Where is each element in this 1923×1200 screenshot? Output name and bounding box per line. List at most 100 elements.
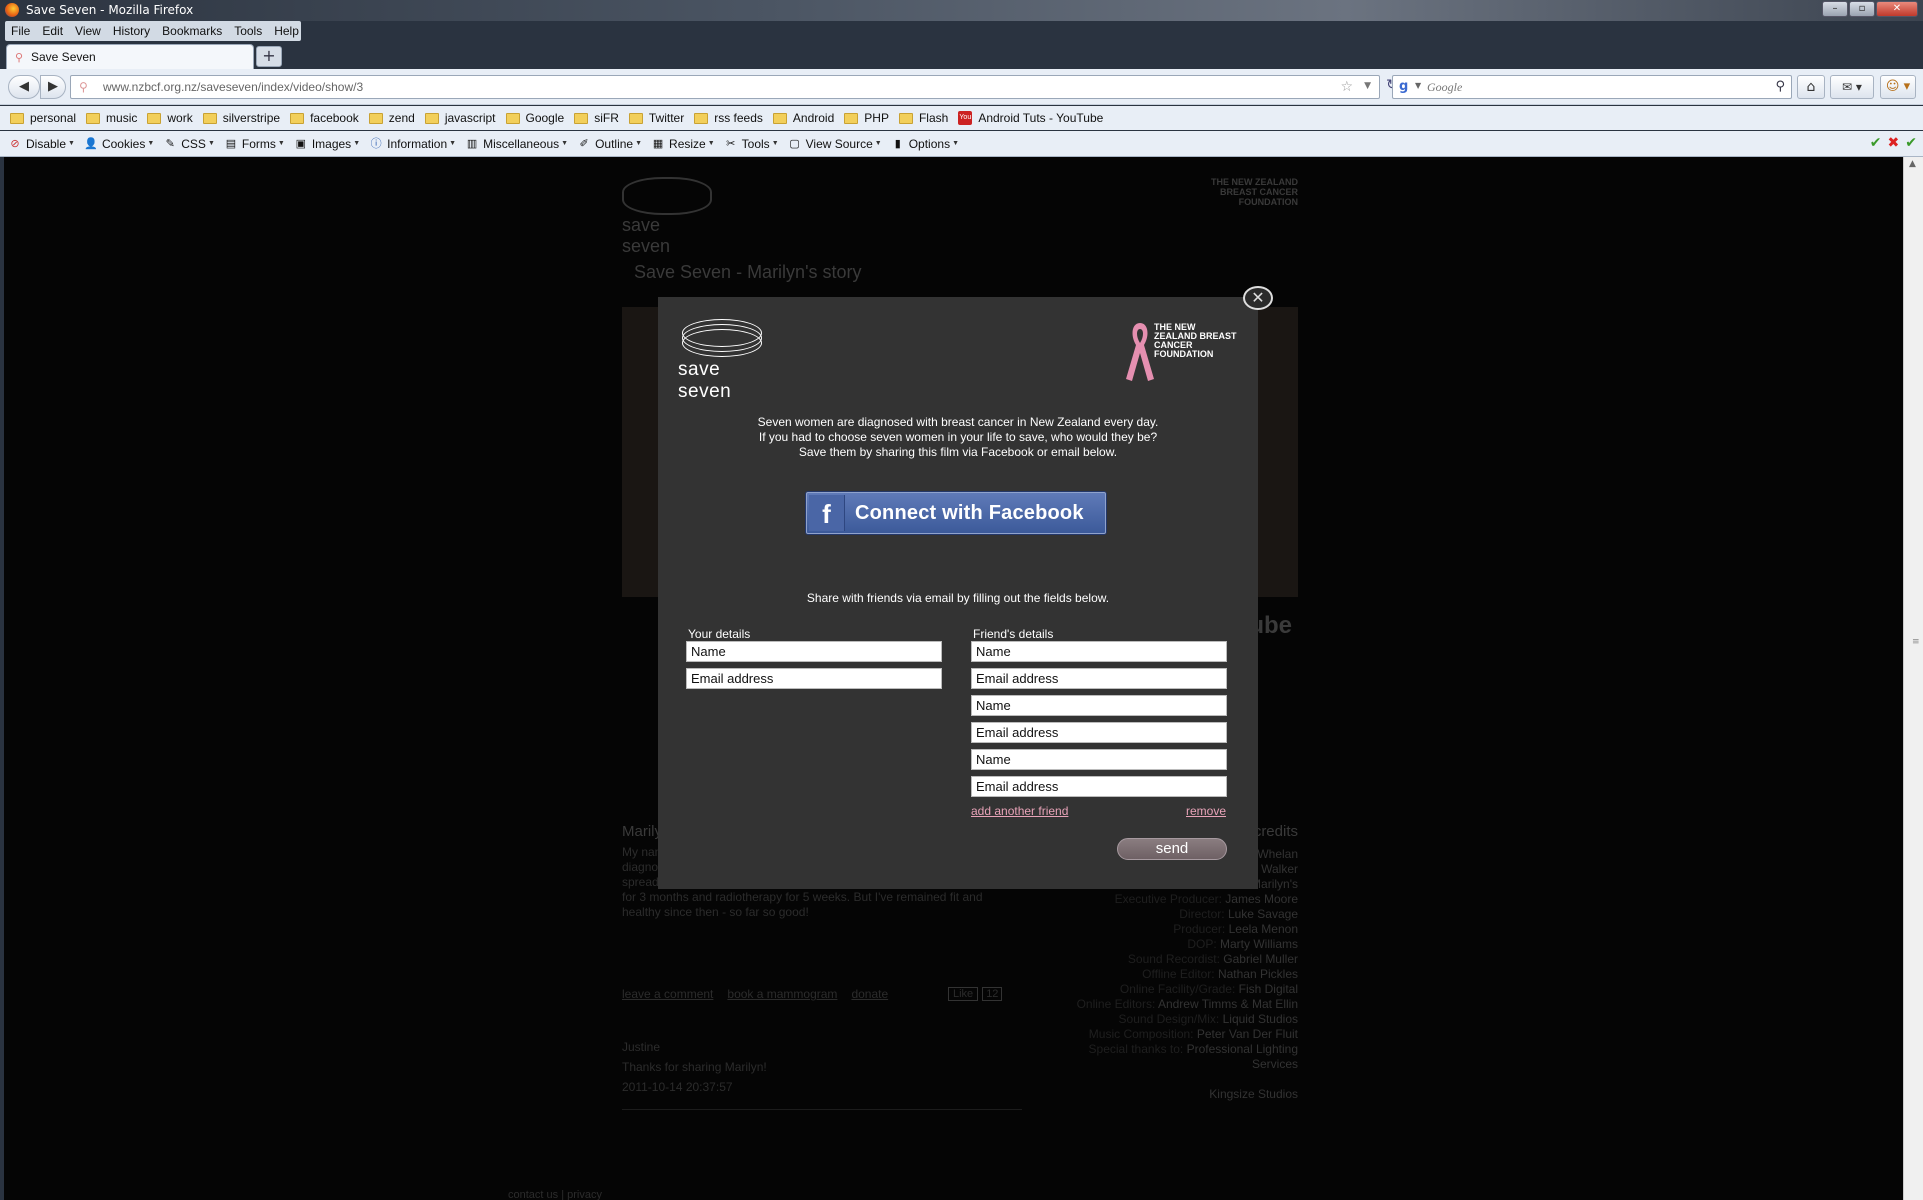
your-name-field[interactable]: Name xyxy=(686,641,942,662)
maximize-button[interactable]: ▫ xyxy=(1849,1,1875,17)
search-icon[interactable]: ⚲ xyxy=(1775,79,1785,94)
menu-view[interactable]: View xyxy=(69,24,107,38)
menu-edit[interactable]: Edit xyxy=(36,24,69,38)
book-mammogram-link[interactable]: book a mammogram xyxy=(727,987,837,1001)
bookmark-rss-feeds[interactable]: rss feeds xyxy=(694,111,763,125)
send-button[interactable]: send xyxy=(1117,838,1227,860)
credit-name: Gabriel Muller xyxy=(1223,952,1298,966)
bookmark-flash[interactable]: Flash xyxy=(898,111,949,125)
credit-name: Marilyn's xyxy=(1251,877,1298,891)
ribbon-favicon-icon: ⚲ xyxy=(15,51,24,64)
dev-label: Miscellaneous xyxy=(483,136,560,151)
bookmark-zend[interactable]: zend xyxy=(368,111,415,125)
folder-icon xyxy=(844,112,859,124)
bookmark-twitter[interactable]: Twitter xyxy=(628,111,684,125)
bookmark-music[interactable]: music xyxy=(86,111,137,125)
your-details-label: Your details xyxy=(688,627,751,641)
url-history-dropdown-icon[interactable]: ▼ xyxy=(1364,81,1371,91)
bookmark-star-icon[interactable]: ☆ xyxy=(1340,79,1353,95)
scroll-up-icon[interactable]: ▲ xyxy=(1909,159,1916,169)
friend-name-field[interactable]: Name xyxy=(971,695,1227,716)
nzbcf-logo[interactable]: THE NEW ZEALAND BREAST CANCER FOUNDATION xyxy=(1178,177,1298,237)
credit-role: Producer: xyxy=(1173,922,1226,936)
search-input[interactable]: Google xyxy=(1427,80,1462,95)
dev-css-menu[interactable]: ✎ CSS ▼ xyxy=(163,137,215,151)
intro-line: Seven women are diagnosed with breast ca… xyxy=(757,415,1159,429)
leave-comment-link[interactable]: leave a comment xyxy=(622,987,713,1001)
credit-row: Music Composition: Peter Van Der Fluit xyxy=(1048,1027,1298,1042)
google-engine-icon[interactable]: g xyxy=(1399,79,1415,95)
friend-email-field[interactable]: Email address xyxy=(971,668,1227,689)
remove-friend-link[interactable]: remove xyxy=(1186,804,1226,818)
search-bar[interactable]: g ▼ Google ⚲ xyxy=(1392,75,1792,99)
dev-forms-menu[interactable]: ▤ Forms ▼ xyxy=(224,137,285,151)
minimize-button[interactable]: – xyxy=(1822,1,1848,17)
html-valid-icon[interactable]: ✔ xyxy=(1905,135,1917,151)
bookmark-android[interactable]: Android xyxy=(772,111,834,125)
donate-link[interactable]: donate xyxy=(851,987,888,1001)
menu-tools[interactable]: Tools xyxy=(228,24,268,38)
dev-label: Tools xyxy=(741,136,770,151)
save-seven-logo[interactable]: save seven xyxy=(622,177,712,256)
bookmark-label: Flash xyxy=(918,111,949,125)
close-window-button[interactable]: ✕ xyxy=(1876,1,1918,17)
dev-outline-menu[interactable]: ✐ Outline ▼ xyxy=(577,137,642,151)
bookmark-android-tuts[interactable]: You Android Tuts - YouTube xyxy=(958,111,1103,125)
css-valid-icon[interactable]: ✔ xyxy=(1870,135,1882,151)
friend-email-field[interactable]: Email address xyxy=(971,776,1227,797)
bookmark-silverstripe[interactable]: silverstripe xyxy=(202,111,281,125)
dev-label: Resize xyxy=(669,136,706,151)
like-button[interactable]: Like xyxy=(948,987,979,1001)
folder-icon xyxy=(628,112,643,124)
home-button[interactable]: ⌂ xyxy=(1797,75,1825,99)
bookmark-google[interactable]: Google xyxy=(505,111,565,125)
dev-resize-menu[interactable]: ▦ Resize ▼ xyxy=(651,137,715,151)
bookmark-label: silverstripe xyxy=(222,111,281,125)
bookmark-javascript[interactable]: javascript xyxy=(424,111,496,125)
dev-miscellaneous-menu[interactable]: ▥ Miscellaneous ▼ xyxy=(465,137,568,151)
menu-file[interactable]: File xyxy=(5,24,36,38)
firefox-icon xyxy=(5,3,19,17)
dropdown-arrow-icon: ▼ xyxy=(561,140,569,147)
dev-options-menu[interactable]: ▮ Options ▼ xyxy=(891,137,959,151)
url-bar[interactable]: ⚲ www.nzbcf.org.nz/saveseven/index/video… xyxy=(70,75,1380,99)
menu-help[interactable]: Help xyxy=(268,24,305,38)
bookmark-work[interactable]: work xyxy=(147,111,193,125)
page-footer[interactable]: contact us | privacy xyxy=(508,1189,602,1200)
friend-name-field[interactable]: Name xyxy=(971,749,1227,770)
js-error-icon[interactable]: ✖ xyxy=(1888,135,1900,151)
addon-face-button[interactable]: ☺ ▾ xyxy=(1880,75,1916,99)
dev-view-source-menu[interactable]: ▢ View Source ▼ xyxy=(788,137,881,151)
bookmark-facebook[interactable]: facebook xyxy=(290,111,359,125)
back-button[interactable]: ◀ xyxy=(8,75,40,99)
facebook-button-label: Connect with Facebook xyxy=(855,502,1084,524)
bookmark-php[interactable]: PHP xyxy=(844,111,889,125)
modal-close-button[interactable]: ✕ xyxy=(1243,286,1273,310)
menu-history[interactable]: History xyxy=(107,24,156,38)
engine-dropdown-icon[interactable]: ▼ xyxy=(1415,81,1421,90)
dev-tools-menu[interactable]: ✂ Tools ▼ xyxy=(724,137,779,151)
site-identity-icon[interactable]: ⚲ xyxy=(79,80,88,94)
menu-bookmarks[interactable]: Bookmarks xyxy=(156,24,228,38)
new-tab-button[interactable]: + xyxy=(256,46,282,67)
credit-name: Leela Menon xyxy=(1228,922,1298,936)
folder-icon xyxy=(202,112,217,124)
dev-information-menu[interactable]: ⓘ Information ▼ xyxy=(369,137,456,151)
bookmark-personal[interactable]: personal xyxy=(10,111,76,125)
friend-email-field[interactable]: Email address xyxy=(971,722,1227,743)
scroll-grip-icon[interactable]: ≡ xyxy=(1912,637,1920,647)
bookmark-sifr[interactable]: siFR xyxy=(574,111,619,125)
your-email-field[interactable]: Email address xyxy=(686,668,942,689)
dev-cookies-menu[interactable]: 👤 Cookies ▼ xyxy=(84,137,154,151)
bookmark-label: Google xyxy=(525,111,565,125)
add-another-friend-link[interactable]: add another friend xyxy=(971,804,1068,818)
tab-save-seven[interactable]: ⚲ Save Seven xyxy=(6,44,254,69)
dev-disable-menu[interactable]: ⊘ Disable ▼ xyxy=(8,137,75,151)
dev-images-menu[interactable]: ▣ Images ▼ xyxy=(294,137,361,151)
addon-button[interactable]: ✉ ▾ xyxy=(1830,75,1874,99)
url-text[interactable]: www.nzbcf.org.nz/saveseven/index/video/s… xyxy=(103,80,363,94)
vertical-scrollbar[interactable]: ▲ ≡ xyxy=(1903,157,1923,1200)
connect-facebook-button[interactable]: f Connect with Facebook xyxy=(806,492,1106,534)
forward-button[interactable]: ▶ xyxy=(40,75,66,99)
friend-name-field[interactable]: Name xyxy=(971,641,1227,662)
